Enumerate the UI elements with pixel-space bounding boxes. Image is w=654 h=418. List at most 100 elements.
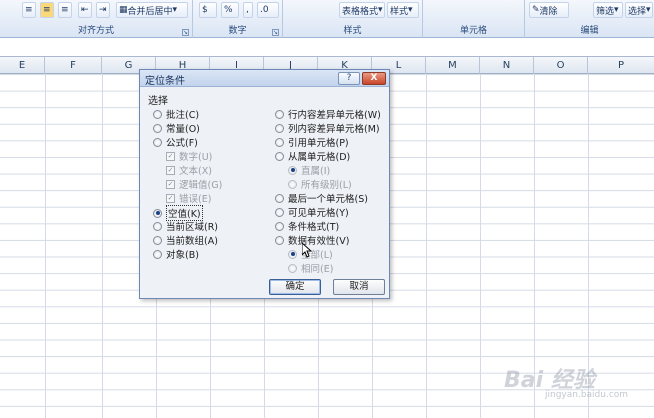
- eraser-icon: ✎: [532, 5, 540, 15]
- select-label: 选择: [628, 6, 647, 17]
- radio-icon: [275, 123, 284, 133]
- increase-decimal-button[interactable]: .0: [257, 2, 279, 18]
- option-precedents[interactable]: 引用单元格(P): [275, 135, 349, 149]
- grid-line: [480, 74, 481, 418]
- currency-icon: $: [202, 5, 208, 15]
- ribbon: ≡ ≡ ≡ ⇤ ⇥ ▦ 合并后居中 ▾ 对齐方式 ↘ $ % , .0 数字 ↘ 表…: [0, 0, 654, 38]
- option-comments[interactable]: 批注(C): [153, 107, 199, 121]
- option-conditional-formats[interactable]: 条件格式(T): [275, 219, 339, 233]
- cell-styles-button[interactable]: 样式 ▾: [387, 2, 419, 18]
- column-header-p[interactable]: P: [588, 57, 654, 74]
- option-label: 公式(F): [166, 138, 198, 149]
- option-label: 行内容差异单元格(W): [288, 110, 381, 121]
- ok-button[interactable]: 确定: [269, 279, 321, 295]
- option-label: 数据有效性(V): [288, 236, 350, 247]
- decrease-indent-button[interactable]: ⇤: [78, 2, 92, 18]
- dialog-title: 定位条件: [145, 76, 185, 87]
- option-direct-only[interactable]: 直属(I): [288, 163, 330, 177]
- option-label: 常量(O): [166, 124, 200, 135]
- radio-icon: [288, 263, 297, 273]
- option-text[interactable]: ✓ 文本(X): [166, 163, 212, 177]
- watermark-url: jingyan.baidu.com: [545, 390, 629, 400]
- option-label: 当前数组(A): [166, 236, 218, 247]
- checkbox-checked-icon: ✓: [166, 179, 175, 189]
- option-all-levels[interactable]: 所有级别(L): [288, 177, 352, 191]
- accounting-format-button[interactable]: $: [199, 2, 217, 18]
- column-header-e[interactable]: E: [0, 57, 45, 74]
- option-objects[interactable]: 对象(B): [153, 247, 199, 261]
- option-label: 直属(I): [301, 166, 331, 177]
- radio-icon: [275, 137, 284, 147]
- decimal-icon: .0: [260, 5, 269, 15]
- radio-selected-icon: [288, 165, 297, 175]
- editing-group: ✎ 清除 筛选 ▾ 选择 ▾ 编辑: [525, 0, 654, 38]
- editing-group-label: 编辑: [580, 26, 599, 36]
- format-as-table-button[interactable]: 表格格式 ▾: [339, 2, 385, 18]
- option-label: 错误(E): [179, 194, 212, 205]
- align-center-button[interactable]: ≡: [40, 2, 54, 18]
- radio-icon: [153, 109, 162, 119]
- option-current-region[interactable]: 当前区域(R): [153, 219, 218, 233]
- option-label: 文本(X): [179, 166, 212, 177]
- select-button[interactable]: 选择 ▾: [625, 2, 653, 18]
- option-label: 列内容差异单元格(M): [288, 124, 380, 135]
- option-label: 数字(U): [179, 152, 213, 163]
- merge-center-button[interactable]: ▦ 合并后居中 ▾: [116, 2, 188, 18]
- filter-button[interactable]: 筛选 ▾: [593, 2, 623, 18]
- chevron-down-icon: ▾: [378, 5, 383, 15]
- column-header-o[interactable]: O: [534, 57, 588, 74]
- help-button[interactable]: ?: [338, 72, 360, 85]
- radio-icon: [153, 123, 162, 133]
- option-label: 批注(C): [166, 110, 200, 121]
- option-data-validation[interactable]: 数据有效性(V): [275, 233, 349, 247]
- close-button[interactable]: X: [362, 72, 386, 85]
- go-to-special-dialog: 定位条件 ? X 选择 批注(C) 常量(O) 公式(F) ✓ 数字(U) ✓ 文本…: [139, 69, 390, 299]
- option-column-differences[interactable]: 列内容差异单元格(M): [275, 121, 380, 135]
- chevron-down-icon: ▾: [614, 5, 619, 15]
- option-dependents[interactable]: 从属单元格(D): [275, 149, 350, 163]
- option-visible-cells[interactable]: 可见单元格(Y): [275, 205, 349, 219]
- radio-icon: [153, 235, 162, 245]
- cells-group: 单元格: [423, 0, 525, 38]
- comma-style-button[interactable]: ,: [243, 2, 253, 18]
- option-last-cell[interactable]: 最后一个单元格(S): [275, 191, 368, 205]
- column-header-f[interactable]: F: [45, 57, 102, 74]
- option-formulas[interactable]: 公式(F): [153, 135, 198, 149]
- column-header-m[interactable]: M: [426, 57, 480, 74]
- option-label: 可见单元格(Y): [288, 208, 349, 219]
- option-label: 条件格式(T): [288, 222, 340, 233]
- outdent-icon: ⇥: [99, 5, 107, 15]
- dialog-title-bar[interactable]: 定位条件 ? X: [140, 70, 389, 87]
- checkbox-checked-icon: ✓: [166, 151, 175, 161]
- cells-group-label: 单元格: [459, 26, 487, 36]
- cancel-button[interactable]: 取消: [333, 279, 385, 295]
- comma-icon: ,: [246, 5, 249, 15]
- format-as-table-label: 表格格式: [342, 6, 379, 17]
- option-logicals[interactable]: ✓ 逻辑值(G): [166, 177, 222, 191]
- alignment-group: ≡ ≡ ≡ ⇤ ⇥ ▦ 合并后居中 ▾ 对齐方式 ↘: [0, 0, 193, 38]
- option-row-differences[interactable]: 行内容差异单元格(W): [275, 107, 381, 121]
- option-label: 相同(E): [301, 264, 334, 275]
- align-left-button[interactable]: ≡: [22, 2, 36, 18]
- radio-icon: [153, 137, 162, 147]
- option-current-array[interactable]: 当前数组(A): [153, 233, 218, 247]
- option-label: 引用单元格(P): [288, 138, 349, 149]
- grid-line: [426, 74, 427, 418]
- option-numbers[interactable]: ✓ 数字(U): [166, 149, 212, 163]
- align-center-icon: ≡: [43, 5, 51, 15]
- dialog-launcher-icon[interactable]: ↘: [272, 29, 279, 36]
- column-header-n[interactable]: N: [480, 57, 534, 74]
- filter-label: 筛选: [596, 6, 615, 17]
- dialog-launcher-icon[interactable]: ↘: [182, 29, 189, 36]
- option-validation-same[interactable]: 相同(E): [288, 261, 333, 275]
- option-errors[interactable]: ✓ 错误(E): [166, 191, 211, 205]
- option-label: 所有级别(L): [301, 180, 352, 191]
- radio-icon: [153, 221, 162, 231]
- align-right-button[interactable]: ≡: [58, 2, 72, 18]
- styles-group: 表格格式 ▾ 样式 ▾ 样式: [283, 0, 423, 38]
- clear-button[interactable]: ✎ 清除: [529, 2, 569, 18]
- percent-button[interactable]: %: [221, 2, 239, 18]
- option-constants[interactable]: 常量(O): [153, 121, 200, 135]
- indent-icon: ⇤: [81, 5, 89, 15]
- increase-indent-button[interactable]: ⇥: [96, 2, 110, 18]
